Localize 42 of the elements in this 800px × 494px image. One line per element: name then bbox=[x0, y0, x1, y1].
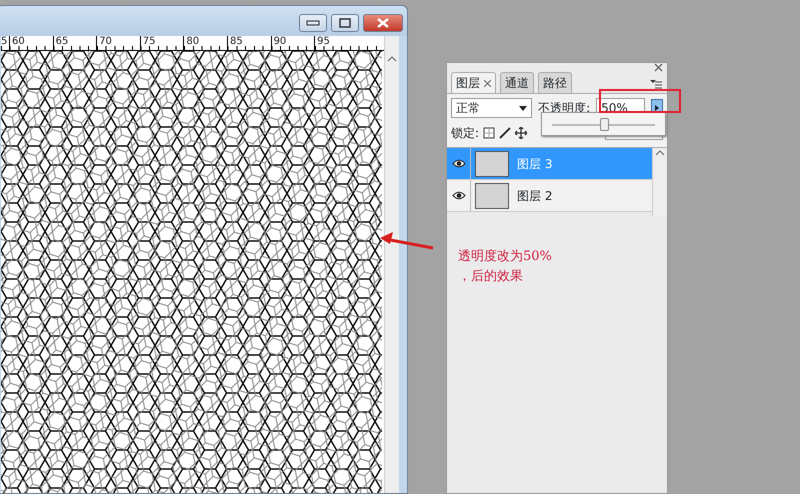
ruler-label: 95 bbox=[314, 36, 358, 50]
minimize-icon bbox=[306, 20, 320, 26]
lock-transparency-icon[interactable] bbox=[483, 126, 496, 138]
layer-name: 图层 3 bbox=[517, 156, 552, 172]
ruler-label: 5 bbox=[1, 36, 7, 49]
vertical-scrollbar[interactable] bbox=[384, 36, 399, 493]
annotation-text: ，后的效果 bbox=[458, 268, 524, 286]
ruler-label: 75 bbox=[140, 36, 184, 50]
scroll-up-icon bbox=[653, 148, 667, 158]
panel-tab[interactable]: 路径 bbox=[538, 72, 572, 93]
layer-row[interactable]: 图层 2 bbox=[447, 180, 652, 212]
ruler-label: 80 bbox=[183, 36, 227, 50]
panel-tab[interactable]: 图层 bbox=[451, 72, 496, 93]
slider-thumb[interactable] bbox=[600, 118, 608, 131]
panel-menu-icon[interactable] bbox=[649, 79, 663, 89]
minimize-button[interactable] bbox=[299, 14, 327, 32]
blend-mode-dropdown[interactable]: 正常 bbox=[451, 98, 532, 118]
close-button[interactable] bbox=[363, 14, 403, 32]
layer-name: 图层 2 bbox=[517, 188, 552, 204]
close-icon bbox=[377, 18, 389, 28]
annotation-arrow bbox=[379, 230, 435, 252]
layer-thumbnail bbox=[475, 150, 509, 176]
ruler-label: 85 bbox=[226, 36, 271, 50]
layer-thumbnail bbox=[475, 182, 509, 208]
lock-label: 锁定: bbox=[451, 124, 480, 142]
eye-icon bbox=[452, 159, 466, 168]
maximize-button[interactable] bbox=[331, 14, 359, 32]
caret-right-icon bbox=[655, 105, 660, 111]
layers-scrollbar[interactable] bbox=[652, 148, 667, 216]
scroll-up-icon bbox=[385, 54, 399, 64]
eye-icon bbox=[452, 191, 466, 200]
ruler-label: 90 bbox=[270, 36, 314, 50]
panel-tab[interactable]: 通道 bbox=[500, 72, 534, 93]
dropdown-caret-icon bbox=[519, 106, 528, 110]
ruler-label: 65 bbox=[52, 36, 96, 50]
close-icon[interactable] bbox=[654, 63, 663, 72]
ruler-label: 60 bbox=[9, 36, 53, 50]
move-icon[interactable] bbox=[515, 126, 528, 138]
annotation-text: 透明度改为50% bbox=[458, 248, 552, 266]
maximize-icon bbox=[339, 18, 351, 28]
ruler-label: 70 bbox=[96, 36, 140, 50]
close-icon[interactable] bbox=[484, 80, 491, 86]
